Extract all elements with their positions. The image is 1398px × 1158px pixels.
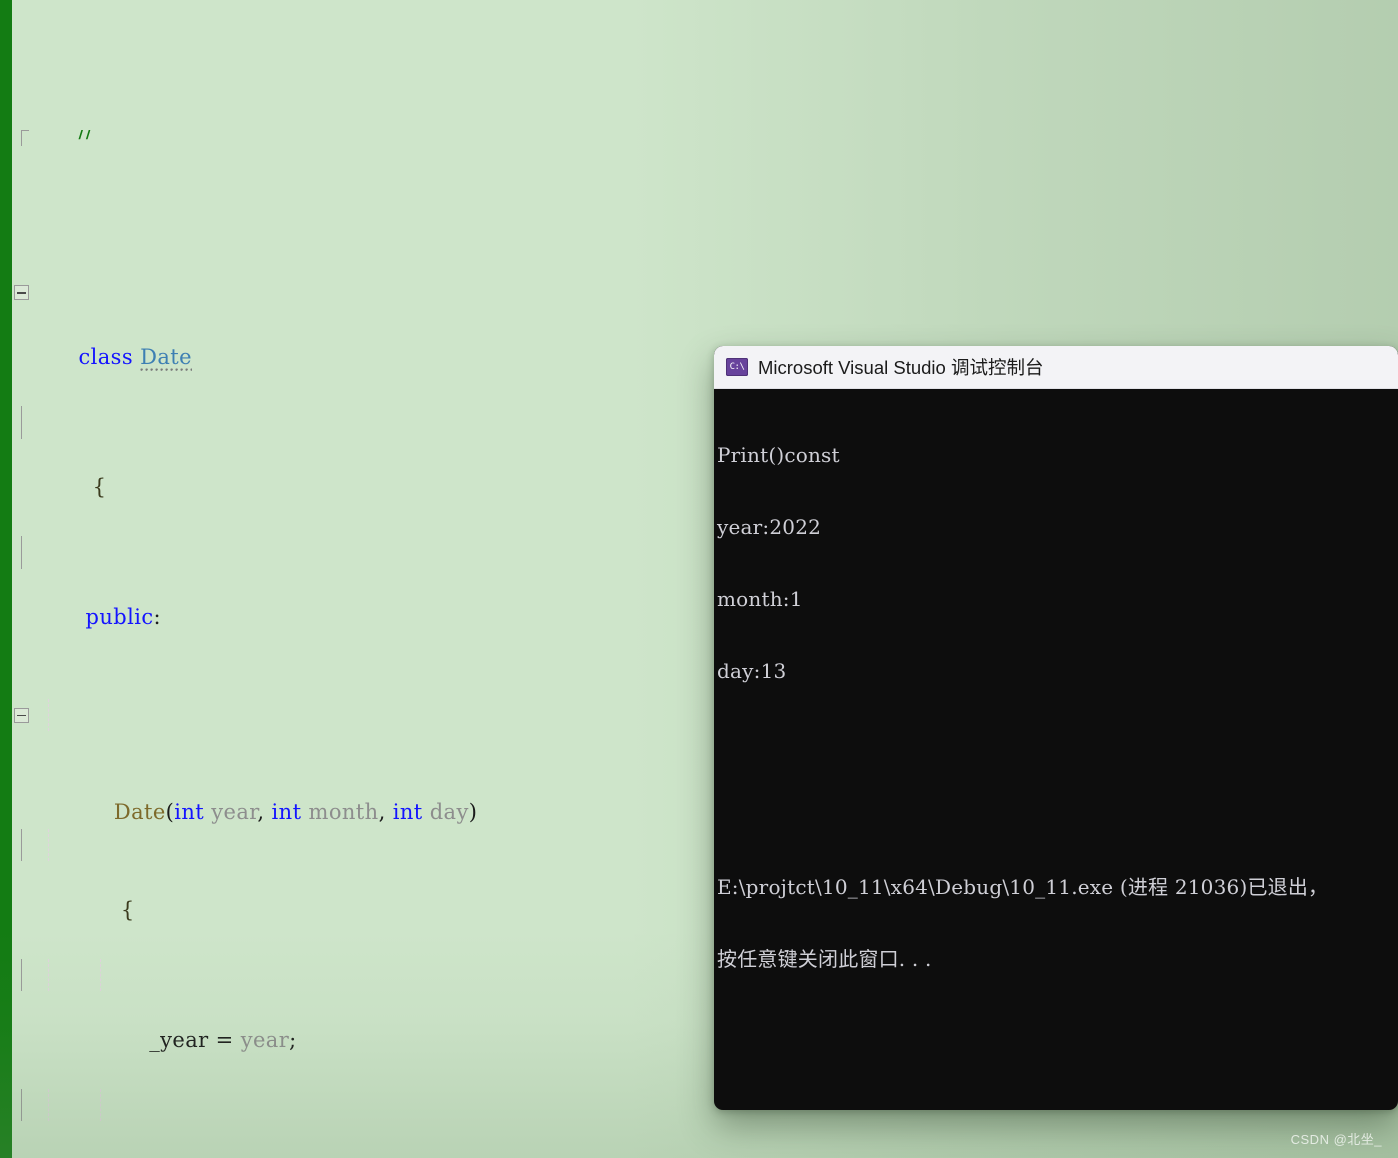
console-title-bar[interactable]: C:\ Microsoft Visual Studio 调试控制台 <box>714 346 1398 389</box>
code-line[interactable]: // <box>0 130 1398 146</box>
console-output-line: 按任意键关闭此窗口. . . <box>717 947 932 971</box>
console-output-line: E:\projtct\10_11\x64\Debug\10_11.exe (进程… <box>717 875 1329 899</box>
console-output-line: year:2022 <box>717 515 822 539</box>
console-output-line: day:13 <box>717 659 787 683</box>
console-output-blank-line <box>717 731 1398 755</box>
collapse-toggle-ctor[interactable] <box>14 707 29 723</box>
console-output-line: month:1 <box>717 587 803 611</box>
console-title-text: Microsoft Visual Studio 调试控制台 <box>758 357 1044 378</box>
console-output-line: Print()const <box>717 443 840 467</box>
debug-console-window[interactable]: C:\ Microsoft Visual Studio 调试控制台 Print(… <box>714 346 1398 1110</box>
console-window-icon: C:\ <box>726 358 748 376</box>
csdn-watermark: CSDN @北坐_ <box>1290 1132 1382 1147</box>
console-output-area[interactable]: Print()const year:2022 month:1 day:13 E:… <box>714 389 1398 1019</box>
code-line[interactable]: class Date <box>0 276 1398 373</box>
collapse-toggle-class[interactable] <box>14 285 29 300</box>
console-icon-glyph: C:\ <box>729 362 745 372</box>
console-output-blank-line <box>717 803 1398 827</box>
